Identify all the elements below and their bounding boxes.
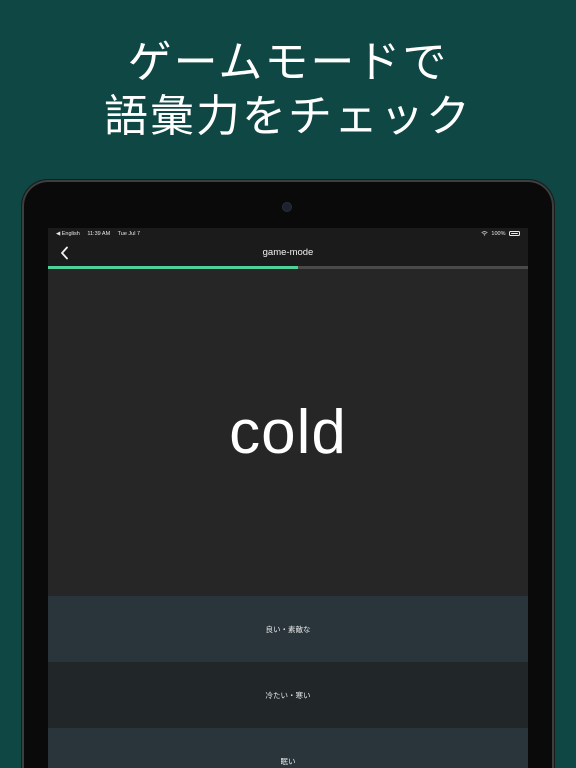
question-card: cold <box>48 269 528 595</box>
promo-headline-line2: 語彙力をチェック <box>104 91 472 142</box>
wifi-icon <box>481 231 488 236</box>
status-left: ◀ English 11:39 AM Tue Jul 7 <box>56 228 146 240</box>
status-bar: ◀ English 11:39 AM Tue Jul 7 100% <box>48 228 528 240</box>
status-time: 11:39 AM <box>87 231 111 237</box>
battery-icon <box>509 231 520 237</box>
navigation-bar: game-mode <box>48 240 528 266</box>
tablet-frame: ◀ English 11:39 AM Tue Jul 7 100% game-m… <box>22 180 554 768</box>
answer-option-2[interactable]: 冷たい・寒い <box>48 662 528 728</box>
back-to-app-link[interactable]: ◀ English <box>56 231 80 237</box>
status-date: Tue Jul 7 <box>117 231 141 237</box>
answer-option-1[interactable]: 良い・素敵な <box>48 596 528 662</box>
question-word: cold <box>229 397 347 467</box>
answer-option-3[interactable]: 眠い <box>48 728 528 768</box>
promo-headline-line1: ゲームモードで <box>127 37 449 88</box>
app-screen: ◀ English 11:39 AM Tue Jul 7 100% game-m… <box>48 228 528 768</box>
battery-percent: 100% <box>491 231 506 237</box>
status-right: 100% <box>481 228 520 240</box>
promo-headline: ゲームモードで 語彙力をチェック <box>0 36 576 144</box>
page-title: game-mode <box>262 247 314 258</box>
answer-options: 良い・素敵な 冷たい・寒い 眠い <box>48 596 528 768</box>
camera-icon <box>283 203 291 211</box>
